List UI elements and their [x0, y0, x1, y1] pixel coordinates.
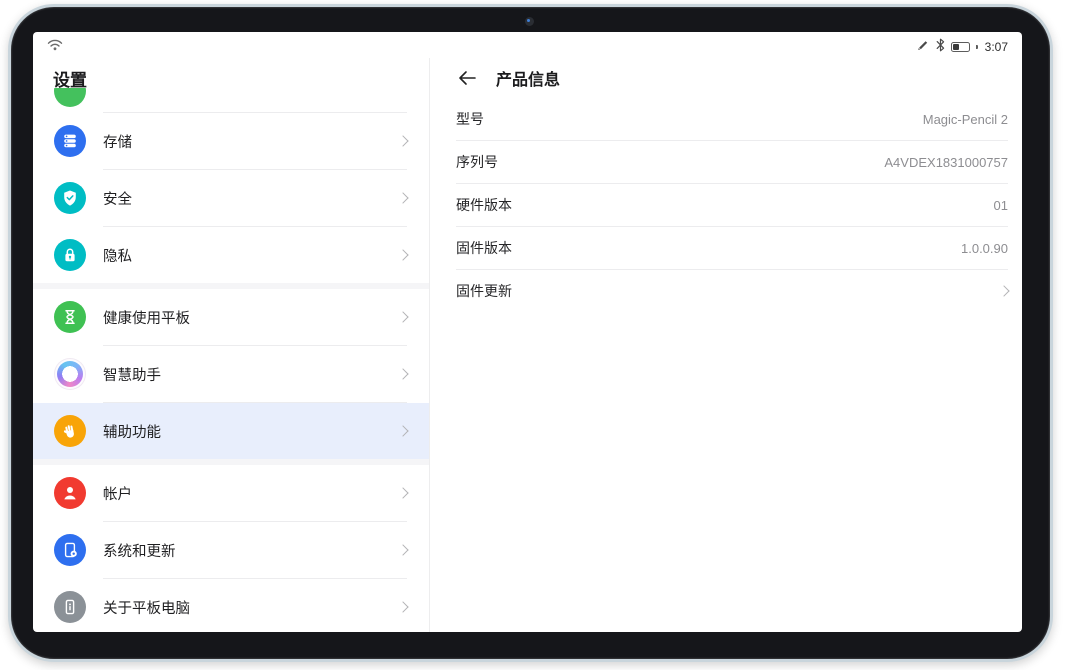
sidebar-item-label: 存储: [103, 131, 399, 152]
wifi-icon: [47, 38, 63, 56]
battery-icon: [951, 42, 970, 52]
row-value: Magic-Pencil 2: [923, 112, 1008, 127]
row-label: 序列号: [456, 152, 498, 172]
settings-sidebar: 设置: [33, 58, 430, 632]
chevron-right-icon: [397, 487, 408, 498]
info-row-hardware-version: 硬件版本 01: [430, 184, 1022, 226]
sidebar-item-privacy[interactable]: 隐私: [33, 227, 429, 283]
sidebar-item-label: 帐户: [103, 483, 399, 504]
chevron-right-icon: [397, 192, 408, 203]
hourglass-icon: [54, 301, 86, 333]
accessibility-hand-icon: [54, 415, 86, 447]
sidebar-item-storage[interactable]: 存储: [33, 113, 429, 169]
bluetooth-icon: [935, 38, 946, 57]
info-row-firmware-update[interactable]: 固件更新: [430, 270, 1022, 312]
sidebar-item-assistant[interactable]: 智慧助手: [33, 346, 429, 402]
chevron-right-icon: [397, 601, 408, 612]
stylus-icon: [916, 38, 930, 57]
privacy-lock-icon: [54, 239, 86, 271]
info-row-serial-number: 序列号 A4VDEX1831000757: [430, 141, 1022, 183]
screen: 3:07 设置: [33, 32, 1022, 632]
row-value: A4VDEX1831000757: [884, 155, 1008, 170]
about-tablet-icon: [54, 591, 86, 623]
sidebar-item-about-tablet[interactable]: 关于平板电脑: [33, 579, 429, 632]
chevron-right-icon: [397, 311, 408, 322]
row-value: 01: [994, 198, 1008, 213]
security-shield-icon: [54, 182, 86, 214]
sidebar-scroll-area[interactable]: 存储 安全: [33, 88, 429, 632]
page: 3:07 设置: [0, 0, 1066, 670]
account-person-icon: [54, 477, 86, 509]
front-camera: [525, 17, 534, 26]
row-label: 型号: [456, 109, 484, 129]
chevron-right-icon: [397, 368, 408, 379]
row-label: 硬件版本: [456, 195, 512, 215]
sidebar-item-accounts[interactable]: 帐户: [33, 465, 429, 521]
chevron-right-icon: [397, 249, 408, 260]
battery-nub: [976, 45, 978, 49]
back-button[interactable]: [456, 67, 478, 89]
assistant-ring-icon: [54, 358, 86, 390]
sidebar-item-label: 系统和更新: [103, 540, 399, 561]
sidebar-item-label: 健康使用平板: [103, 307, 399, 328]
chevron-right-icon: [998, 285, 1009, 296]
chevron-right-icon: [397, 135, 408, 146]
sidebar-item-label: 关于平板电脑: [103, 597, 399, 618]
row-value: 1.0.0.90: [961, 241, 1008, 256]
page-title: 产品信息: [496, 66, 560, 90]
row-label: 固件版本: [456, 238, 512, 258]
sidebar-item-label: 辅助功能: [103, 421, 399, 442]
status-bar: 3:07: [33, 32, 1022, 58]
system-update-icon: [54, 534, 86, 566]
sidebar-item-label: 隐私: [103, 245, 399, 266]
status-time: 3:07: [985, 40, 1008, 54]
info-row-model: 型号 Magic-Pencil 2: [430, 98, 1022, 140]
info-row-firmware-version: 固件版本 1.0.0.90: [430, 227, 1022, 269]
sidebar-title: 设置: [33, 58, 429, 88]
sidebar-item-security[interactable]: 安全: [33, 170, 429, 226]
sidebar-item-label: 智慧助手: [103, 364, 399, 385]
chevron-right-icon: [397, 544, 408, 555]
sidebar-item-system-updates[interactable]: 系统和更新: [33, 522, 429, 578]
tablet-frame: 3:07 设置: [8, 4, 1053, 662]
main-header: 产品信息: [430, 58, 1022, 98]
row-label: 固件更新: [456, 281, 512, 301]
sidebar-item-digital-balance[interactable]: 健康使用平板: [33, 289, 429, 345]
chevron-right-icon: [397, 425, 408, 436]
sidebar-item-partial[interactable]: [33, 88, 429, 112]
storage-icon: [54, 125, 86, 157]
partial-green-icon: [54, 88, 86, 107]
product-info-panel: 产品信息 型号 Magic-Pencil 2 序列号 A4VDEX1831000…: [430, 58, 1022, 632]
sidebar-item-accessibility[interactable]: 辅助功能: [33, 403, 429, 459]
sidebar-item-label: 安全: [103, 188, 399, 209]
